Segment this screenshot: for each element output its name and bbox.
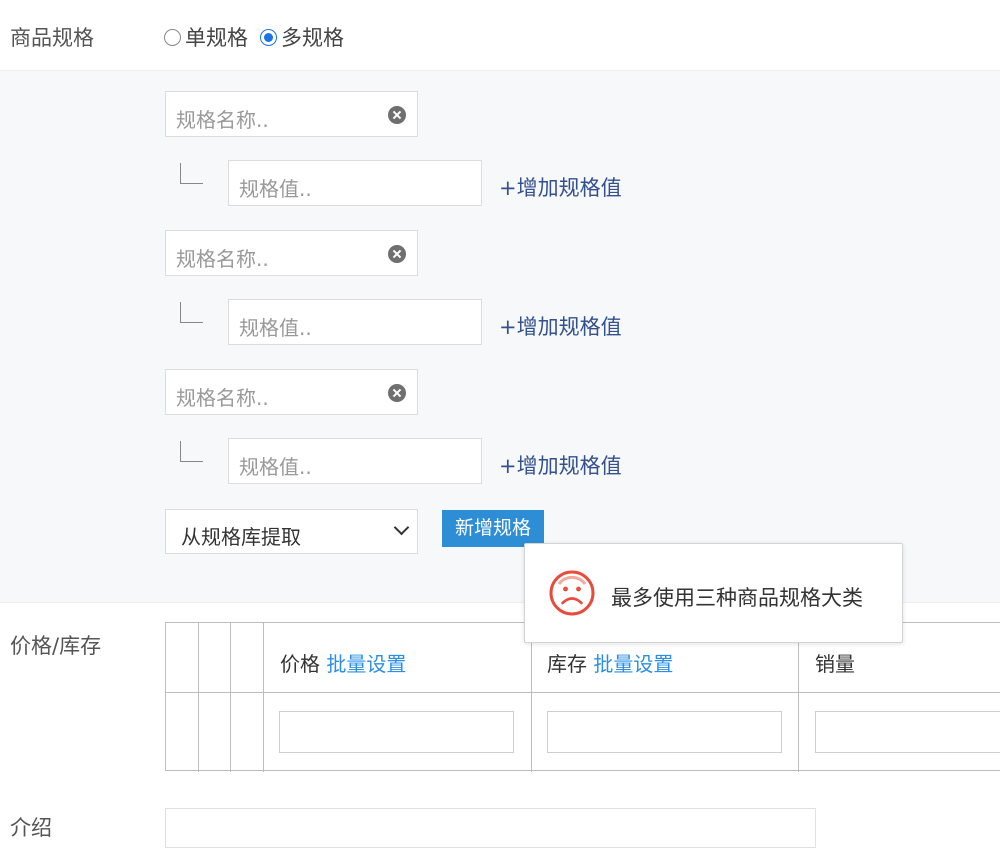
sales-column-header: 销量 [815,652,855,676]
table-divider [198,623,199,772]
sales-input[interactable] [815,711,1000,753]
table-divider [230,623,231,772]
sad-face-icon [549,570,595,616]
table-divider [531,623,532,772]
add-spec-value-link-1[interactable]: +增加规格值 [499,172,622,202]
chevron-down-icon [393,519,410,536]
spec-type-radio-group: 单规格 多规格 [164,22,356,52]
price-column-header: 价格 批量设置 [280,648,406,677]
tree-branch-icon [180,302,203,323]
spec-value-input-3[interactable]: 规格值.. [228,438,482,484]
table-divider [798,623,799,772]
stock-input[interactable] [547,711,782,753]
price-stock-label: 价格/库存 [10,634,102,658]
toast-message: 最多使用三种商品规格大类 [611,586,863,610]
spec-library-select-value: 从规格库提取 [181,525,301,549]
add-spec-value-link-3[interactable]: +增加规格值 [499,450,622,480]
sku-table: 价格 批量设置 库存 批量设置 销量 [165,622,1000,772]
warning-toast: 最多使用三种商品规格大类 [524,543,903,643]
table-divider [263,623,264,772]
spec-library-select[interactable]: 从规格库提取 [165,509,418,554]
stock-column-header: 库存 批量设置 [547,648,673,677]
add-spec-button[interactable]: 新增规格 [442,510,544,547]
stock-header-label: 库存 [547,652,587,676]
spec-name-placeholder: 规格名称.. [176,108,269,132]
intro-input[interactable] [165,808,816,848]
multi-spec-label[interactable]: 多规格 [281,22,344,52]
clear-icon[interactable] [388,106,406,124]
clear-icon[interactable] [388,384,406,402]
add-spec-value-link-2[interactable]: +增加规格值 [499,311,622,341]
stock-batch-set-link[interactable]: 批量设置 [593,652,673,676]
spec-value-placeholder: 规格值.. [239,455,312,479]
clear-icon[interactable] [388,245,406,263]
price-header-label: 价格 [280,652,320,676]
price-batch-set-link[interactable]: 批量设置 [326,652,406,676]
intro-label: 介绍 [10,816,52,840]
table-row-divider [166,692,1000,693]
tree-branch-icon [180,163,203,184]
single-spec-radio[interactable] [164,28,181,46]
spec-name-placeholder: 规格名称.. [176,386,269,410]
multi-spec-radio[interactable] [260,28,277,46]
spec-name-placeholder: 规格名称.. [176,247,269,271]
price-input[interactable] [279,711,514,753]
spec-name-input-1[interactable]: 规格名称.. [165,91,418,137]
spec-value-placeholder: 规格值.. [239,177,312,201]
tree-branch-icon [180,441,203,462]
spec-value-input-1[interactable]: 规格值.. [228,160,482,206]
spec-name-input-3[interactable]: 规格名称.. [165,369,418,415]
single-spec-label[interactable]: 单规格 [185,22,248,52]
spec-value-placeholder: 规格值.. [239,316,312,340]
spec-label: 商品规格 [10,26,94,50]
spec-name-input-2[interactable]: 规格名称.. [165,230,418,276]
spec-value-input-2[interactable]: 规格值.. [228,299,482,345]
